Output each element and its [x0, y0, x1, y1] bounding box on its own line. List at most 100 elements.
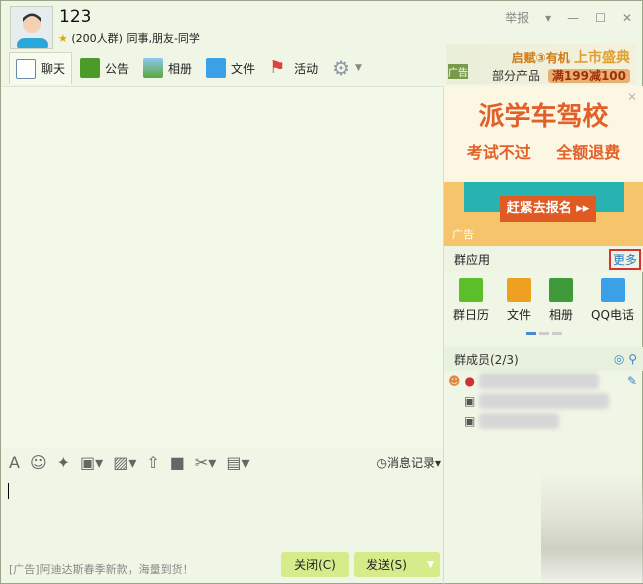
ad-tag: 广告	[452, 228, 474, 241]
close-button[interactable]: ✕	[622, 11, 632, 25]
tab-bar: 聊天 公告 相册 文件 ⚑ 活动 ⚙ ▼	[9, 52, 368, 84]
album-icon	[143, 58, 164, 78]
member-avatar: ▣	[464, 414, 476, 428]
tab-album[interactable]: 相册	[137, 52, 198, 84]
ad-cta-button[interactable]: 赶紧去报名 ▸▸	[500, 196, 596, 222]
tab-label: 公告	[105, 61, 130, 76]
calendar-icon	[459, 278, 483, 302]
message-input[interactable]	[2, 473, 443, 551]
emoji-icon[interactable]: ☺	[30, 453, 47, 472]
scissors-icon[interactable]: ✂▾	[195, 453, 216, 472]
group-apps-title: 群应用	[454, 252, 491, 267]
ad-discount: 满199减100	[547, 69, 630, 83]
side-ad-banner[interactable]: ✕ 派学车驾校 考试不过 全额退费 赶紧去报名 ▸▸ 广告	[444, 86, 643, 246]
member-item[interactable]: ▣	[444, 411, 643, 431]
tab-announcement[interactable]: 公告	[74, 52, 135, 84]
phone-icon	[600, 278, 625, 302]
top-ad-banner[interactable]: 启赋③有机 上市盛典 部分产品 满199减100 广告	[446, 44, 636, 84]
history-label: 消息记录	[386, 455, 435, 470]
app-label: 群日历	[453, 308, 490, 322]
tab-files[interactable]: 文件	[200, 52, 261, 84]
owner-icon: ☻	[448, 374, 461, 388]
member-avatar: ●	[464, 374, 475, 388]
tab-label: 活动	[294, 61, 319, 76]
megaphone-icon	[80, 58, 101, 78]
folder-icon	[206, 58, 227, 78]
member-name-blurred	[479, 373, 599, 389]
tab-activity[interactable]: ⚑ 活动	[263, 52, 324, 84]
app-album[interactable]: 相册	[549, 278, 573, 328]
more-icon[interactable]: ▤▾	[226, 453, 249, 472]
clock-icon: ◷	[376, 455, 387, 470]
gear-icon: ⚙	[332, 56, 351, 80]
member-name-blurred	[479, 393, 610, 409]
member-item[interactable]: ☻ ● ✎	[444, 371, 643, 391]
ad-organic: 有机	[545, 51, 570, 65]
tab-label: 聊天	[41, 62, 66, 76]
close-ad-icon[interactable]: ✕	[627, 90, 637, 104]
tab-label: 相册	[168, 61, 193, 76]
members-header: 群成员(2/3) ◎ ⚲	[444, 347, 643, 371]
app-calendar[interactable]: 群日历	[453, 278, 489, 328]
refresh-icon[interactable]: ◎	[614, 352, 624, 366]
maximize-button[interactable]: ☐	[595, 11, 606, 25]
minimize-button[interactable]: —	[567, 11, 579, 25]
app-label: QQ电话	[591, 308, 634, 322]
group-avatar[interactable]	[10, 6, 53, 49]
close-chat-button[interactable]: 关闭(C)	[281, 552, 349, 577]
app-qq-call[interactable]: QQ电话	[591, 278, 634, 328]
member-name-blurred	[479, 413, 560, 429]
history-button[interactable]: ◷消息记录▾	[376, 454, 441, 471]
search-icon[interactable]: ⚲	[628, 352, 637, 366]
send-options-icon[interactable]: ▼	[427, 560, 434, 570]
group-apps: 群日历 文件 相册 QQ电话	[444, 272, 643, 328]
chat-icon	[16, 58, 36, 79]
text-caret	[8, 483, 9, 499]
page-indicator[interactable]	[444, 332, 643, 335]
send-label: 发送(S)	[366, 558, 407, 572]
right-panel: ✕ 派学车驾校 考试不过 全额退费 赶紧去报名 ▸▸ 广告 群应用 更多 群日历 …	[444, 86, 643, 431]
input-toolbar: A ☺ ✦ ▣▾ ▨▾ ⇧ ■ ✂▾ ▤▾ ◷消息记录▾	[9, 451, 441, 473]
edit-icon[interactable]: ✎	[627, 374, 637, 388]
font-icon[interactable]: A	[9, 453, 20, 472]
member-actions: ◎ ⚲	[614, 352, 637, 366]
window-controls: 举报 ▾ — ☐ ✕	[505, 9, 632, 26]
footer-ad[interactable]: [广告]阿迪达斯春季新款，海量到货！	[9, 561, 194, 577]
image-icon[interactable]: ▨▾	[113, 453, 136, 472]
group-chat-window: 123 ★ (200人群) 同事,朋友-同学 举报 ▾ — ☐ ✕ 聊天 公告 …	[0, 0, 643, 584]
ad-brand: 启赋	[511, 51, 536, 65]
member-item[interactable]: ▣	[444, 391, 643, 411]
flag-icon: ⚑	[269, 57, 286, 78]
member-avatar: ▣	[464, 394, 476, 408]
settings-menu[interactable]: ⚙ ▼	[326, 52, 368, 84]
gift-icon[interactable]: ■	[170, 453, 185, 472]
tab-label: 文件	[231, 61, 256, 76]
upload-icon[interactable]: ⇧	[146, 453, 159, 472]
ad-tag: 广告	[448, 64, 468, 79]
dropdown-icon[interactable]: ▾	[545, 11, 551, 25]
magic-icon[interactable]: ✦	[57, 453, 70, 472]
chevron-down-icon: ▼	[355, 63, 362, 73]
ad-event: 上市盛典	[574, 50, 630, 66]
more-apps-link[interactable]: 更多	[608, 248, 641, 270]
app-label: 文件	[507, 308, 532, 322]
ad-subline: 考试不过 全额退费	[466, 143, 621, 162]
app-files[interactable]: 文件	[507, 278, 531, 328]
album-icon	[549, 278, 574, 302]
group-info: ★ (200人群) 同事,朋友-同学	[58, 30, 200, 46]
message-area	[2, 86, 443, 448]
group-name: 123	[59, 7, 92, 27]
group-apps-header: 群应用 更多	[444, 246, 643, 272]
tab-chat[interactable]: 聊天	[9, 52, 73, 84]
star-icon: ★	[58, 32, 68, 45]
ad-products: 部分产品	[492, 69, 541, 83]
folder-icon	[507, 278, 532, 302]
group-desc: (200人群) 同事,朋友-同学	[71, 32, 200, 45]
members-title: 群成员(2/3)	[454, 352, 519, 367]
send-button[interactable]: 发送(S) ▼	[354, 552, 440, 577]
ad-headline: 派学车驾校	[478, 102, 609, 132]
report-button[interactable]: 举报	[505, 9, 529, 26]
app-label: 相册	[549, 308, 574, 322]
sticker-icon[interactable]: ▣▾	[80, 453, 103, 472]
background-decoration	[541, 471, 643, 583]
